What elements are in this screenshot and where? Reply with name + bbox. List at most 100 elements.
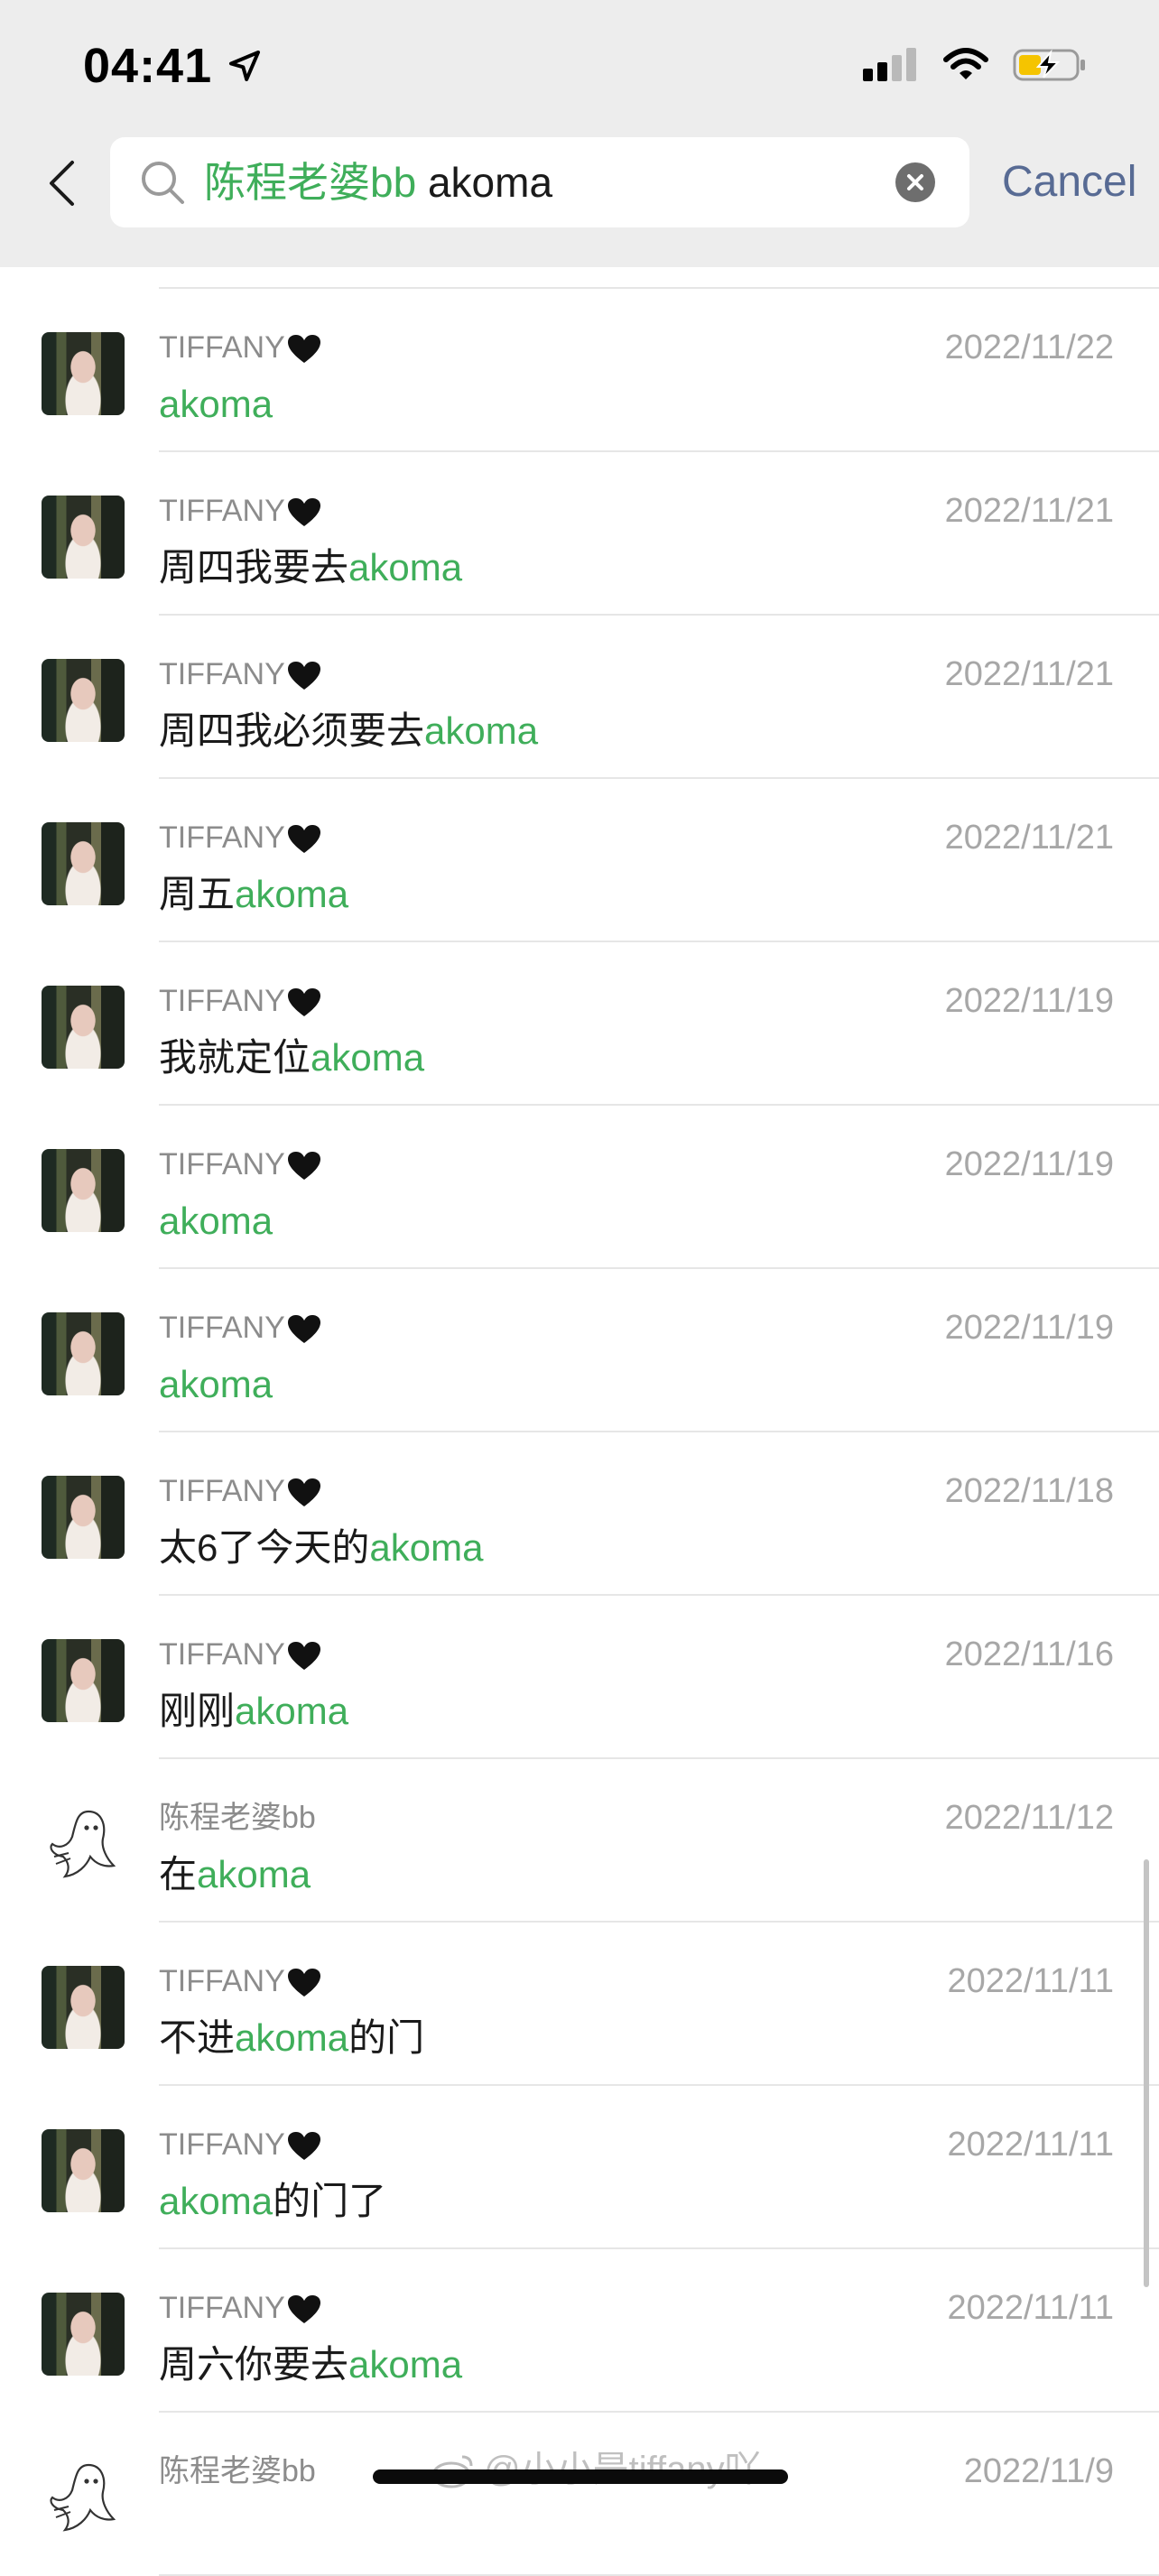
message-snippet: 我就定位akoma bbox=[159, 1031, 424, 1085]
scroll-indicator[interactable] bbox=[1144, 1859, 1149, 2287]
snippet-text: 周六你要去 bbox=[159, 2343, 349, 2386]
highlighted-keyword: akoma bbox=[235, 2016, 349, 2059]
search-result-row[interactable]: TIFFANY 2022/11/18 太6了今天的akoma bbox=[0, 1432, 1159, 1596]
avatar bbox=[42, 1802, 125, 1886]
avatar bbox=[42, 822, 125, 905]
message-date: 2022/11/11 bbox=[947, 2289, 1114, 2327]
search-keyword: akoma bbox=[427, 159, 553, 206]
home-indicator[interactable] bbox=[373, 2469, 788, 2484]
sender-name: 陈程老婆bb bbox=[159, 1795, 316, 1840]
avatar bbox=[42, 986, 125, 1069]
message-snippet: akoma bbox=[159, 1357, 273, 1412]
black-heart-icon bbox=[287, 1152, 320, 1181]
message-date: 2022/11/18 bbox=[944, 1472, 1114, 1510]
black-heart-icon bbox=[287, 2295, 320, 2324]
message-snippet: 太6了今天的akoma bbox=[159, 1521, 483, 1575]
search-result-row[interactable]: TIFFANY 2022/11/11 akoma的门了 bbox=[0, 2086, 1159, 2249]
black-heart-icon bbox=[287, 1315, 320, 1344]
status-bar-right bbox=[861, 42, 1087, 88]
black-heart-icon bbox=[287, 825, 320, 854]
highlighted-keyword: akoma bbox=[197, 1853, 311, 1895]
clear-search-button[interactable] bbox=[895, 162, 935, 202]
highlighted-keyword: akoma bbox=[235, 873, 349, 915]
avatar bbox=[42, 332, 125, 415]
snippet-text: 我就定位 bbox=[159, 1036, 311, 1079]
message-snippet: 周四我要去akoma bbox=[159, 541, 462, 595]
highlighted-keyword: akoma bbox=[159, 2180, 274, 2222]
sender-name-text: TIFFANY bbox=[159, 984, 285, 1018]
sender-name: TIFFANY bbox=[159, 2122, 321, 2167]
sender-name-text: TIFFANY bbox=[159, 1964, 285, 1998]
sender-name-text: TIFFANY bbox=[159, 494, 285, 528]
search-result-row[interactable]: TIFFANY 2022/11/11 不进akoma的门 bbox=[0, 1923, 1159, 2086]
search-result-row[interactable]: TIFFANY 2022/11/11 周六你要去akoma bbox=[0, 2249, 1159, 2413]
search-result-row[interactable]: TIFFANY 2022/11/16 刚刚akoma bbox=[0, 1596, 1159, 1759]
message-snippet: 周四我必须要去akoma bbox=[159, 704, 538, 758]
black-heart-icon bbox=[287, 1642, 320, 1671]
avatar bbox=[42, 1312, 125, 1395]
sender-name: TIFFANY bbox=[159, 652, 321, 697]
sender-name-text: TIFFANY bbox=[159, 820, 285, 855]
avatar bbox=[42, 659, 125, 742]
search-query[interactable]: 陈程老婆bb akoma bbox=[204, 137, 552, 227]
cancel-button[interactable]: Cancel bbox=[1002, 137, 1136, 227]
sender-name: TIFFANY bbox=[159, 815, 321, 860]
sender-name-text: TIFFANY bbox=[159, 1147, 285, 1181]
search-result-row[interactable]: TIFFANY 2022/11/19 akoma bbox=[0, 1269, 1159, 1432]
sender-name-text: TIFFANY bbox=[159, 657, 285, 691]
avatar bbox=[42, 1639, 125, 1722]
status-bar-time: 04:41 bbox=[83, 34, 263, 97]
message-snippet: 不进akoma的门 bbox=[159, 2011, 424, 2065]
back-button[interactable] bbox=[40, 152, 83, 215]
highlighted-keyword: akoma bbox=[348, 546, 463, 588]
message-date: 2022/11/19 bbox=[944, 982, 1114, 1020]
avatar bbox=[42, 1966, 125, 2049]
chevron-left-icon bbox=[50, 161, 74, 206]
sender-name: TIFFANY bbox=[159, 978, 321, 1024]
time-label: 04:41 bbox=[83, 39, 213, 93]
search-result-row[interactable]: TIFFANY 2022/11/21 周五akoma bbox=[0, 779, 1159, 942]
message-date: 2022/11/21 bbox=[944, 655, 1114, 693]
message-snippet: akoma bbox=[159, 377, 273, 431]
sender-name-text: 陈程老婆bb bbox=[159, 2454, 316, 2488]
message-date: 2022/11/19 bbox=[944, 1309, 1114, 1347]
snippet-text: 的门 bbox=[348, 2016, 425, 2059]
sender-name-text: TIFFANY bbox=[159, 2127, 285, 2162]
message-date: 2022/11/11 bbox=[947, 1962, 1114, 2000]
location-arrow-icon bbox=[229, 51, 261, 81]
sender-name-text: 陈程老婆bb bbox=[159, 1801, 316, 1835]
highlighted-keyword: akoma bbox=[235, 1690, 349, 1732]
message-snippet: akoma的门了 bbox=[159, 2174, 386, 2229]
black-heart-icon bbox=[287, 988, 320, 1017]
black-heart-icon bbox=[287, 662, 320, 690]
search-result-row[interactable]: 陈程老婆bb 2022/11/12 在akoma bbox=[0, 1759, 1159, 1923]
cellular-signal-icon bbox=[863, 48, 916, 81]
sender-name: TIFFANY bbox=[159, 488, 321, 533]
search-field[interactable]: 陈程老婆bb akoma bbox=[110, 137, 969, 227]
message-date: 2022/11/16 bbox=[944, 1635, 1114, 1673]
sender-name-text: TIFFANY bbox=[159, 330, 285, 365]
search-result-row[interactable]: TIFFANY 2022/11/21 周四我必须要去akoma bbox=[0, 616, 1159, 779]
snippet-text: 周五 bbox=[159, 873, 236, 915]
message-date: 2022/11/9 bbox=[963, 2452, 1114, 2490]
sender-name: TIFFANY bbox=[159, 1469, 321, 1514]
message-date: 2022/11/22 bbox=[944, 329, 1114, 366]
magnifier-icon bbox=[142, 162, 184, 204]
sender-name-text: TIFFANY bbox=[159, 1637, 285, 1672]
search-result-row[interactable]: TIFFANY 2022/11/19 我就定位akoma bbox=[0, 942, 1159, 1106]
sender-name-text: TIFFANY bbox=[159, 2291, 285, 2325]
avatar bbox=[42, 2293, 125, 2376]
black-heart-icon bbox=[287, 1969, 320, 1997]
message-snippet: 刚刚akoma bbox=[159, 1684, 348, 1738]
sender-name: TIFFANY bbox=[159, 1142, 321, 1187]
sender-name: 陈程老婆bb bbox=[159, 2449, 316, 2494]
avatar bbox=[42, 2456, 125, 2539]
message-date: 2022/11/12 bbox=[944, 1799, 1114, 1837]
search-result-row[interactable]: TIFFANY 2022/11/22 akoma bbox=[0, 289, 1159, 452]
search-result-row[interactable]: TIFFANY 2022/11/19 akoma bbox=[0, 1106, 1159, 1269]
highlighted-keyword: akoma bbox=[311, 1036, 425, 1079]
snippet-text: 刚刚 bbox=[159, 1690, 236, 1732]
highlighted-keyword: akoma bbox=[424, 709, 539, 752]
search-result-row[interactable]: TIFFANY 2022/11/21 周四我要去akoma bbox=[0, 452, 1159, 616]
black-heart-icon bbox=[287, 2132, 320, 2161]
